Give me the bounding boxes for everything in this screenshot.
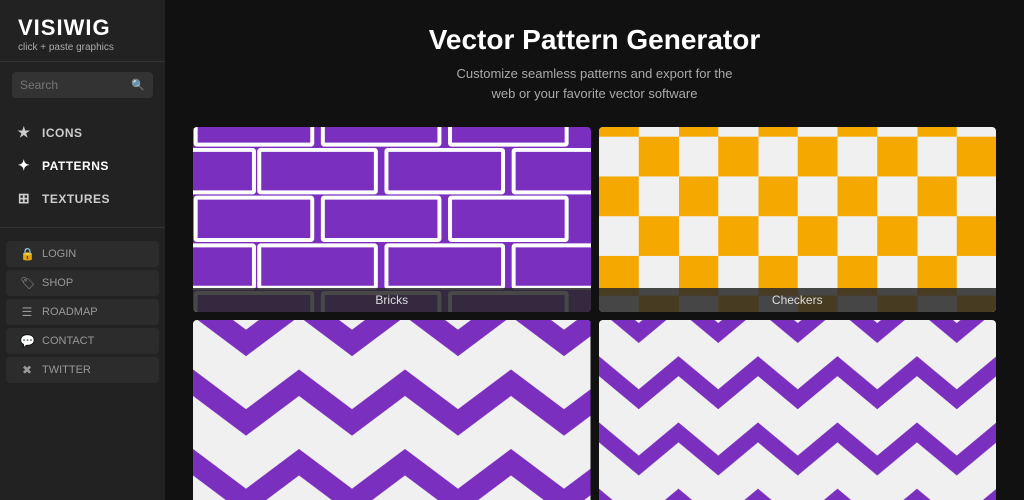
pattern-grid: Bricks Checkers xyxy=(193,127,996,500)
page-title: Vector Pattern Generator xyxy=(193,24,996,56)
nav-item-contact[interactable]: 💬 CONTACT xyxy=(6,328,159,354)
nav-label-shop: SHOP xyxy=(42,277,73,289)
textures-icon: ⊞ xyxy=(16,190,32,207)
logo-title: VISIWIG xyxy=(18,16,147,40)
nav-label-login: LOGIN xyxy=(42,248,76,260)
search-input[interactable] xyxy=(12,72,153,98)
star-icon: ★ xyxy=(16,124,32,141)
pattern-item-chevron2[interactable] xyxy=(599,320,997,500)
logo-subtitle: click + paste graphics xyxy=(18,42,147,53)
nav-item-patterns[interactable]: ✦ PATTERNS xyxy=(0,149,165,182)
pattern-item-chevron1[interactable] xyxy=(193,320,591,500)
logo-area: VISIWIG click + paste graphics xyxy=(0,0,165,62)
list-icon: ☰ xyxy=(20,305,34,319)
search-area: 🔍 xyxy=(0,62,165,108)
nav-label-contact: CONTACT xyxy=(42,335,94,347)
sidebar: VISIWIG click + paste graphics 🔍 ★ ICONS… xyxy=(0,0,165,500)
main-nav: ★ ICONS ✦ PATTERNS ⊞ TEXTURES xyxy=(0,108,165,223)
twitter-icon: ✖ xyxy=(20,363,34,377)
nav-label-icons: ICONS xyxy=(42,126,83,140)
main-content: Vector Pattern Generator Customize seaml… xyxy=(165,0,1024,500)
pattern-item-checkers[interactable]: Checkers xyxy=(599,127,997,312)
patterns-icon: ✦ xyxy=(16,157,32,174)
nav-item-roadmap[interactable]: ☰ ROADMAP xyxy=(6,299,159,325)
nav-label-roadmap: ROADMAP xyxy=(42,306,98,318)
lock-icon: 🔒 xyxy=(20,247,34,261)
nav-item-textures[interactable]: ⊞ TEXTURES xyxy=(0,182,165,215)
nav-item-icons[interactable]: ★ ICONS xyxy=(0,116,165,149)
nav-item-twitter[interactable]: ✖ TWITTER xyxy=(6,357,159,383)
nav-label-textures: TEXTURES xyxy=(42,192,110,206)
nav-item-shop[interactable]: 🏷 SHOP xyxy=(6,270,159,296)
pattern-label-bricks: Bricks xyxy=(193,288,591,312)
bottom-nav: 🔒 LOGIN 🏷 SHOP ☰ ROADMAP 💬 CONTACT ✖ TWI… xyxy=(0,236,165,390)
nav-item-login[interactable]: 🔒 LOGIN xyxy=(6,241,159,267)
chat-icon: 💬 xyxy=(20,334,34,348)
pattern-label-checkers: Checkers xyxy=(599,288,997,312)
nav-label-patterns: PATTERNS xyxy=(42,159,109,173)
page-subtitle: Customize seamless patterns and export f… xyxy=(193,64,996,103)
pattern-item-bricks[interactable]: Bricks xyxy=(193,127,591,312)
tag-icon: 🏷 xyxy=(20,276,34,290)
main-header: Vector Pattern Generator Customize seaml… xyxy=(193,24,996,103)
nav-label-twitter: TWITTER xyxy=(42,364,91,376)
sidebar-divider xyxy=(0,227,165,228)
